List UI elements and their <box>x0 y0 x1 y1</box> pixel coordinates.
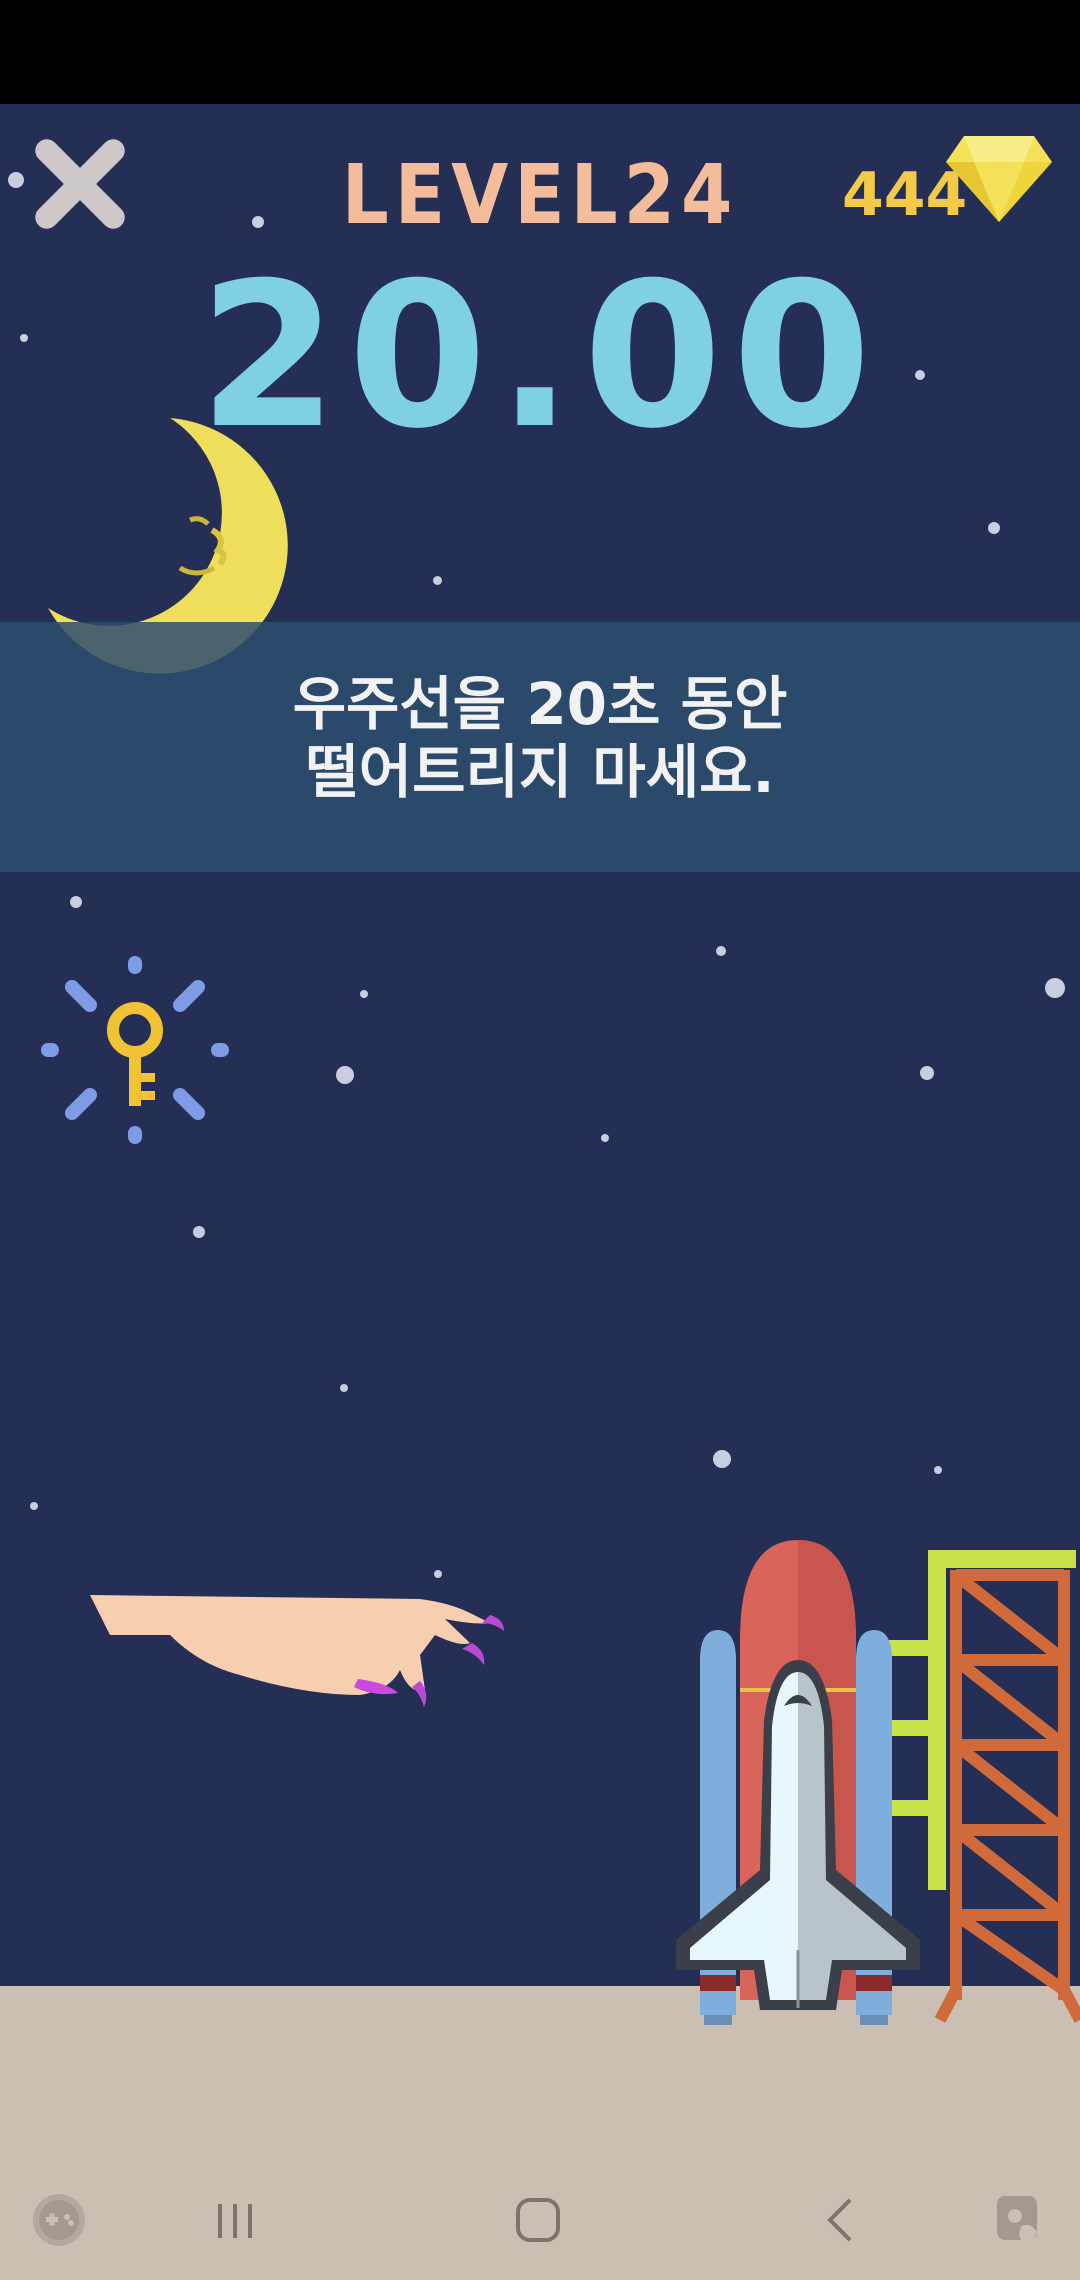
home-icon[interactable] <box>503 2190 573 2250</box>
star <box>360 990 368 998</box>
star <box>336 1066 354 1084</box>
key-icon[interactable] <box>40 955 230 1145</box>
star <box>433 576 442 585</box>
game-tools-icon[interactable] <box>24 2190 94 2250</box>
mission-line-2: 떨어트리지 마세요. <box>305 738 775 806</box>
status-bar <box>0 0 1080 104</box>
hand-illustration <box>90 1595 504 1707</box>
mission-text: 우주선을 20초 동안 떨어트리지 마세요. <box>0 670 1080 806</box>
space-shuttle[interactable] <box>660 1530 1080 2030</box>
star <box>601 1134 609 1142</box>
star <box>434 1570 442 1578</box>
mission-line-1: 우주선을 20초 동안 <box>292 670 788 738</box>
star <box>340 1384 348 1392</box>
star <box>193 1226 205 1238</box>
back-icon[interactable] <box>805 2190 875 2250</box>
star <box>70 896 82 908</box>
star <box>713 1450 731 1468</box>
star <box>716 946 726 956</box>
star <box>988 522 1000 534</box>
star <box>920 1066 934 1080</box>
diamond-icon[interactable] <box>944 134 1054 224</box>
star <box>30 1502 38 1510</box>
assistant-icon[interactable] <box>985 2190 1055 2250</box>
star <box>934 1466 942 1474</box>
star <box>1045 978 1065 998</box>
recents-icon[interactable] <box>200 2190 270 2250</box>
